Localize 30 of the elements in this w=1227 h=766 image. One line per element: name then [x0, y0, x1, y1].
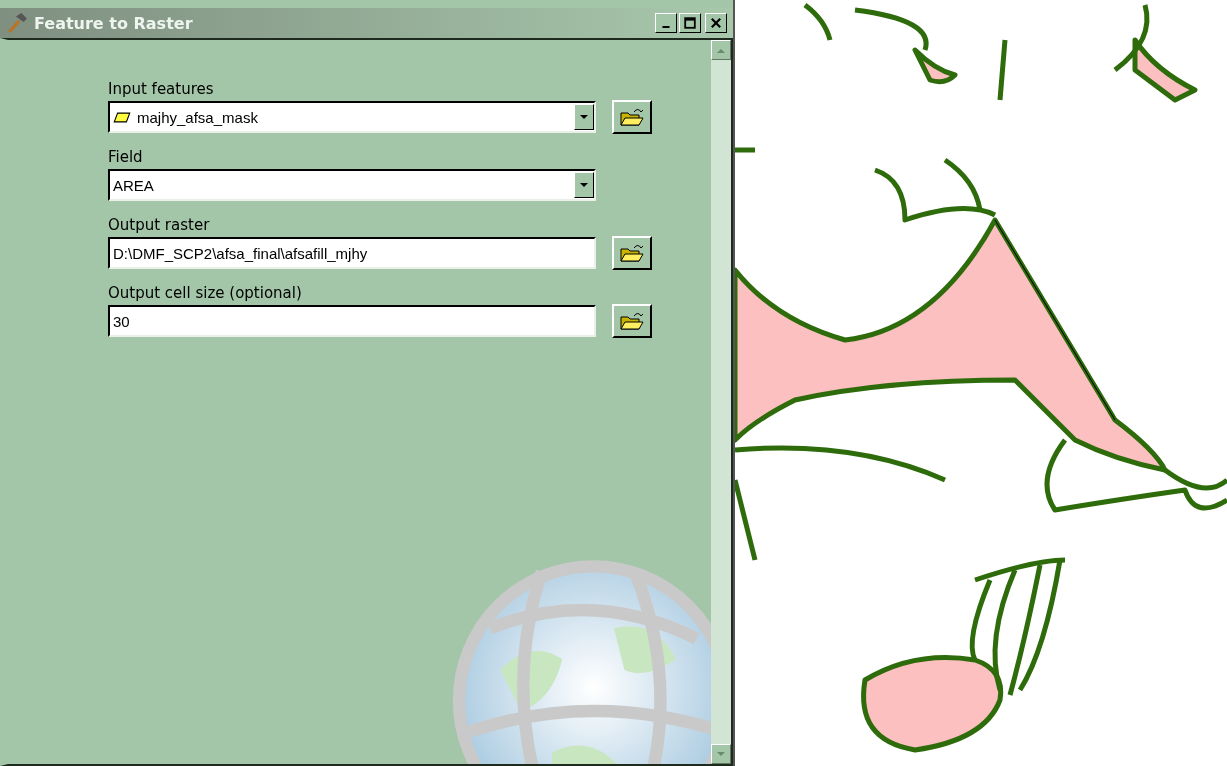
caret-down-icon — [580, 182, 588, 188]
browse-button[interactable] — [612, 100, 652, 134]
scroll-down-icon — [717, 751, 725, 757]
maximize-icon — [684, 17, 696, 29]
folder-icon — [620, 107, 644, 127]
minimize-icon — [662, 26, 670, 28]
close-icon — [710, 17, 722, 29]
maximize-button[interactable] — [679, 13, 701, 33]
input-field[interactable]: 30 — [108, 305, 596, 337]
window-title: Feature to Raster — [34, 13, 194, 33]
polygon-layer-icon — [113, 111, 131, 123]
close-button[interactable] — [705, 13, 727, 33]
dropdown-button[interactable] — [574, 172, 594, 198]
dropdown-field[interactable]: AREA — [108, 169, 596, 201]
browse-button[interactable] — [612, 236, 652, 270]
minimize-button[interactable] — [655, 13, 677, 33]
scroll-up-icon — [717, 47, 725, 53]
parameter-label: Output cell size (optional) — [108, 284, 303, 302]
input-field[interactable]: D:\DMF_SCP2\afsa_final\afsafill_mjhy — [108, 237, 596, 269]
parameter-label: Field — [108, 148, 144, 166]
dropdown-button[interactable] — [574, 104, 594, 130]
scrollbar[interactable] — [711, 40, 731, 764]
browse-button[interactable] — [612, 304, 652, 338]
hammer-icon — [6, 12, 28, 34]
folder-icon — [620, 311, 644, 331]
folder-icon — [620, 243, 644, 263]
parameter-label: Input features — [108, 80, 215, 98]
dropdown-field[interactable]: majhy_afsa_mask — [108, 101, 596, 133]
parameter-label: Output raster — [108, 216, 211, 234]
caret-down-icon — [580, 114, 588, 120]
